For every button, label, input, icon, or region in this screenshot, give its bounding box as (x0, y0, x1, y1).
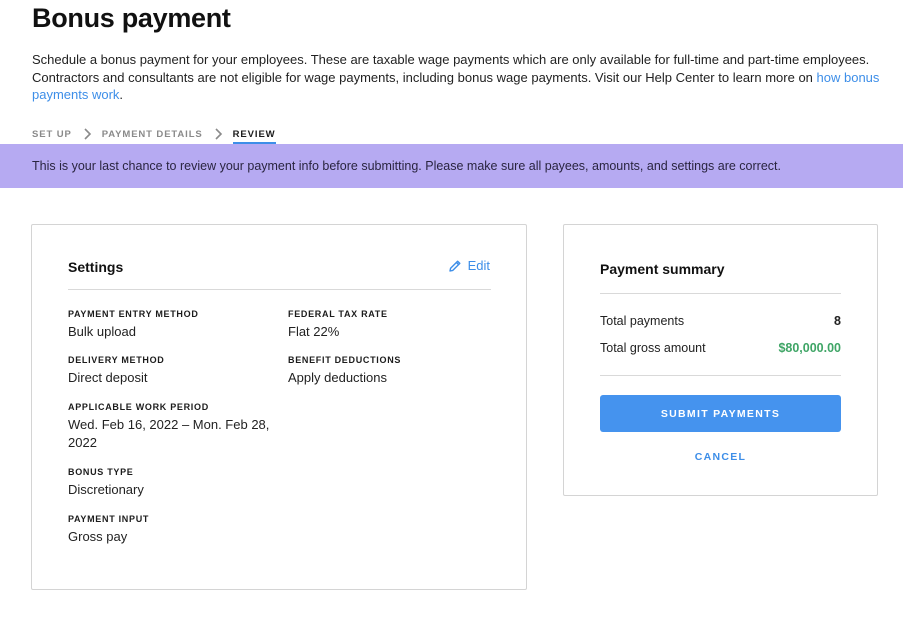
intro-body: Schedule a bonus payment for your employ… (32, 52, 870, 85)
edit-label: Edit (467, 258, 490, 273)
field-label: BENEFIT DEDUCTIONS (288, 355, 402, 365)
field-label: DELIVERY METHOD (68, 355, 165, 365)
field-federal-tax-rate: FEDERAL TAX RATE Flat 22% (288, 309, 388, 341)
field-value: Flat 22% (288, 324, 340, 339)
page-title: Bonus payment (32, 3, 231, 33)
breadcrumb-step-payment-details[interactable]: PAYMENT DETAILS (102, 129, 203, 140)
field-value: Discretionary (68, 482, 144, 497)
field-label: PAYMENT INPUT (68, 514, 150, 524)
field-delivery-method: DELIVERY METHOD Direct deposit (68, 355, 165, 387)
summary-divider-bottom (600, 375, 841, 376)
field-payment-input: PAYMENT INPUT Gross pay (68, 514, 149, 546)
review-warning-banner: This is your last chance to review your … (0, 144, 903, 188)
summary-row-total-payments: Total payments 8 (600, 314, 841, 328)
summary-row-total-gross: Total gross amount $80,000.00 (600, 341, 841, 355)
field-bonus-type: BONUS TYPE Discretionary (68, 467, 144, 499)
field-value: Apply deductions (288, 370, 388, 385)
payment-summary-card: Payment summary Total payments 8 Total g… (563, 224, 878, 496)
pencil-icon (448, 260, 461, 272)
field-benefit-deductions: BENEFIT DEDUCTIONS Apply deductions (288, 355, 401, 387)
field-value: Gross pay (68, 529, 128, 544)
breadcrumb-step-setup[interactable]: SET UP (32, 129, 72, 140)
cancel-button[interactable]: CANCEL (600, 451, 841, 463)
field-value: Direct deposit (68, 370, 148, 385)
settings-title: Settings (68, 259, 124, 275)
field-value: Wed. Feb 16, 2022 – Mon. Feb 28, 2022 (68, 417, 270, 450)
field-label: APPLICABLE WORK PERIOD (68, 402, 209, 412)
field-label: PAYMENT ENTRY METHOD (68, 309, 199, 319)
banner-text: This is your last chance to review your … (32, 159, 781, 173)
breadcrumb: SET UP PAYMENT DETAILS REVIEW (32, 125, 276, 144)
summary-title: Payment summary (600, 261, 725, 277)
summary-label: Total gross amount (600, 341, 706, 355)
breadcrumb-step-review[interactable]: REVIEW (232, 129, 276, 144)
field-applicable-work-period: APPLICABLE WORK PERIOD Wed. Feb 16, 2022… (68, 402, 278, 451)
chevron-right-icon (84, 127, 91, 140)
settings-card: Settings Edit PAYMENT ENTRY METHOD Bulk … (31, 224, 527, 590)
field-payment-entry-method: PAYMENT ENTRY METHOD Bulk upload (68, 309, 199, 341)
total-payments-value: 8 (834, 314, 841, 328)
field-value: Bulk upload (68, 324, 136, 339)
chevron-right-icon (215, 127, 222, 140)
intro-text: Schedule a bonus payment for your employ… (32, 51, 882, 104)
summary-divider-top (600, 293, 841, 294)
summary-label: Total payments (600, 314, 685, 328)
settings-divider (68, 289, 491, 290)
intro-end: . (119, 87, 124, 102)
submit-payments-button[interactable]: SUBMIT PAYMENTS (600, 395, 841, 432)
field-label: BONUS TYPE (68, 467, 134, 477)
edit-settings-button[interactable]: Edit (448, 258, 490, 273)
total-gross-amount-value: $80,000.00 (778, 341, 841, 355)
field-label: FEDERAL TAX RATE (288, 309, 388, 319)
